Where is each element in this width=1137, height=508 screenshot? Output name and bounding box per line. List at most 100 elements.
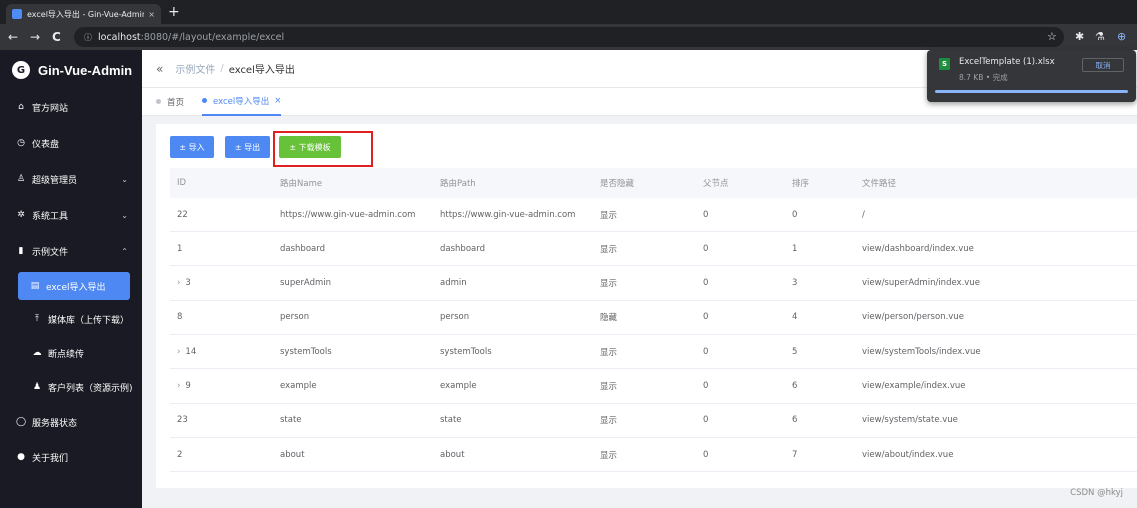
sidebar-item-super-admin[interactable]: ♙ 超级管理员 ⌄ bbox=[0, 162, 142, 196]
download-cancel-button[interactable]: 取消 bbox=[1082, 58, 1124, 72]
table-row[interactable]: 1 dashboard dashboard 显示 0 1 view/dashboard/in… bbox=[170, 232, 1137, 267]
tag-label: excel导入导出 bbox=[213, 96, 270, 107]
expand-arrow-icon[interactable]: › bbox=[177, 278, 180, 288]
logo-icon: G bbox=[12, 61, 30, 79]
reload-icon[interactable]: C bbox=[52, 29, 61, 45]
table-row[interactable]: 2 about about 显示 0 7 view/about/index.vue bbox=[170, 438, 1137, 473]
sidebar-item-examples[interactable]: ▮ 示例文件 ⌃ bbox=[0, 234, 142, 268]
col-header-file: 文件路径 bbox=[862, 179, 897, 189]
star-icon[interactable]: ☆ bbox=[1047, 29, 1057, 45]
sidebar-item-official-site[interactable]: ⌂ 官方网站 bbox=[0, 90, 142, 124]
sidebar-item-server-state[interactable]: ◯ 服务器状态 bbox=[0, 405, 142, 439]
cell-path: dashboard bbox=[440, 232, 485, 265]
cell-sort: 4 bbox=[792, 301, 797, 334]
cell-text: view/about/index.vue bbox=[862, 449, 954, 460]
cell-hidden: 显示 bbox=[600, 370, 617, 403]
sidebar-item-resume-upload[interactable]: ☁ 断点续传 bbox=[0, 336, 142, 370]
spreadsheet-icon: S bbox=[939, 58, 950, 70]
sidebar-item-customers[interactable]: ♟ 客户列表（资源示例) bbox=[0, 370, 142, 404]
url-host: localhost bbox=[98, 31, 141, 43]
tab-close-icon[interactable]: × bbox=[148, 10, 155, 19]
sidebar-item-label: 系统工具 bbox=[32, 211, 69, 222]
table-row[interactable]: › 3 superAdmin admin 显示 0 3 view/superAdmin/ind… bbox=[170, 267, 1137, 301]
cell-text: 显示 bbox=[600, 416, 618, 427]
cell-text: 0 bbox=[703, 209, 709, 220]
person-icon: ♟ bbox=[32, 382, 42, 392]
watermark: CSDN @hkyj bbox=[1070, 488, 1123, 498]
url-path: :8080/#/layout/example/excel bbox=[140, 31, 285, 43]
new-tab-button[interactable]: + bbox=[168, 4, 180, 20]
cell-text: 显示 bbox=[600, 347, 618, 358]
tag-excel[interactable]: excel导入导出 × bbox=[202, 88, 282, 116]
download-popup: S ExcelTemplate (1).xlsx 8.7 KB • 完成 取消 bbox=[927, 50, 1136, 102]
url-input[interactable]: ⓘ localhost :8080/#/layout/example/excel bbox=[74, 27, 1064, 47]
sidebar-item-label: 服务器状态 bbox=[32, 418, 78, 429]
cell-hidden: 显示 bbox=[600, 267, 617, 300]
cell-sort: 3 bbox=[792, 267, 797, 300]
cell-id: › 3 bbox=[177, 267, 191, 300]
extensions-icon[interactable]: ✱ bbox=[1075, 29, 1084, 45]
download-filename[interactable]: ExcelTemplate (1).xlsx bbox=[959, 57, 1055, 67]
cell-sort: 6 bbox=[792, 370, 797, 403]
cell-text: 6 bbox=[792, 415, 798, 426]
export-button[interactable]: ± 导出 bbox=[225, 136, 270, 158]
tag-close-icon[interactable]: × bbox=[274, 96, 281, 106]
cell-text: 显示 bbox=[600, 244, 618, 255]
browser-tab[interactable]: excel导入导出 - Gin-Vue-Admin × bbox=[6, 4, 161, 24]
sidebar-item-label: 媒体库（上传下载） bbox=[48, 315, 130, 326]
brand-name: Gin-Vue-Admin bbox=[38, 62, 133, 78]
cell-parent: 0 bbox=[703, 198, 708, 231]
sidebar-item-label: 客户列表（资源示例) bbox=[48, 383, 133, 394]
favicon-icon bbox=[12, 9, 22, 19]
expand-arrow-icon[interactable]: › bbox=[177, 347, 180, 357]
chevron-up-icon: ⌃ bbox=[121, 246, 128, 256]
breadcrumb-separator: / bbox=[220, 63, 224, 74]
cell-sort: 6 bbox=[792, 404, 797, 437]
cell-text: / bbox=[862, 209, 865, 220]
brand[interactable]: G Gin-Vue-Admin bbox=[0, 50, 142, 90]
col-header-id: ID bbox=[177, 178, 187, 188]
cell-text: 9 bbox=[185, 381, 191, 391]
cell-text: systemTools bbox=[280, 346, 332, 357]
table-row[interactable]: 22 https://www.gin-vue-admin.com https://w… bbox=[170, 198, 1137, 232]
downloads-icon[interactable]: ⊕ bbox=[1117, 29, 1126, 45]
collapse-sidebar-icon[interactable]: « bbox=[156, 62, 163, 76]
sidebar-item-about[interactable]: ● 关于我们 bbox=[0, 440, 142, 474]
cell-hidden: 显示 bbox=[600, 232, 617, 265]
sidebar-item-dashboard[interactable]: ◷ 仪表盘 bbox=[0, 126, 142, 160]
cell-path: https://www.gin-vue-admin.com bbox=[440, 198, 575, 231]
breadcrumb-parent[interactable]: 示例文件 bbox=[175, 61, 215, 76]
cell-id: 1 bbox=[177, 232, 182, 265]
tag-dot bbox=[202, 98, 208, 103]
user-icon: ♙ bbox=[16, 174, 26, 184]
cell-text: 3 bbox=[792, 278, 798, 289]
cell-hidden: 显示 bbox=[600, 335, 617, 368]
cell-text: 1 bbox=[177, 243, 183, 254]
table-row[interactable]: 8 person person 隐藏 0 4 view/person/person.vue bbox=[170, 301, 1137, 335]
table-row[interactable]: 23 state state 显示 0 6 view/system/state.vue bbox=[170, 404, 1137, 438]
sidebar-item-media[interactable]: ⤒ 媒体库（上传下载） bbox=[0, 302, 142, 336]
folder-icon: ▮ bbox=[18, 246, 24, 256]
download-status: 8.7 KB • 完成 bbox=[959, 73, 1008, 82]
cell-sort: 1 bbox=[792, 232, 797, 265]
table-header: ID 路由Name 路由Path 是否隐藏 父节点 排序 文件路径 bbox=[170, 168, 1137, 198]
table-row[interactable]: › 9 example example 显示 0 6 view/example/index.v… bbox=[170, 370, 1137, 404]
info-icon[interactable]: ⓘ bbox=[84, 32, 92, 43]
sidebar-item-excel[interactable]: ▤ excel导入导出 bbox=[18, 272, 130, 300]
flask-icon[interactable]: ⚗ bbox=[1095, 29, 1105, 45]
cell-id: › 9 bbox=[177, 370, 191, 403]
cell-id: 22 bbox=[177, 198, 188, 231]
cell-path: person bbox=[440, 301, 469, 334]
back-icon[interactable]: ← bbox=[8, 29, 18, 45]
tag-home[interactable]: 首页 bbox=[156, 88, 184, 116]
sidebar-item-label: excel导入导出 bbox=[46, 282, 106, 293]
expand-arrow-icon[interactable]: › bbox=[177, 381, 180, 391]
import-button[interactable]: ± 导入 bbox=[170, 136, 214, 158]
sidebar-item-system-tools[interactable]: ✲ 系统工具 ⌄ bbox=[0, 198, 142, 232]
table-row[interactable]: › 14 systemTools systemTools 显示 0 5 view/system… bbox=[170, 335, 1137, 370]
table-icon: ▤ bbox=[30, 281, 40, 291]
forward-icon[interactable]: → bbox=[30, 29, 40, 45]
cell-path: admin bbox=[440, 267, 467, 300]
cloud-icon: ☁ bbox=[32, 348, 42, 358]
cell-text: dashboard bbox=[280, 243, 325, 254]
